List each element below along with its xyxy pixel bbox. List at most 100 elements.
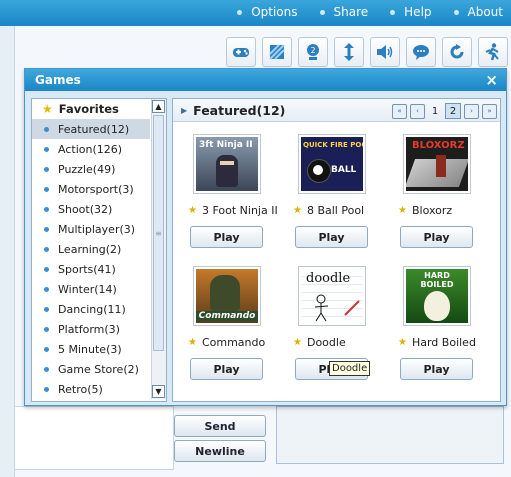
game-name: ★ Bloxorz [398,204,453,217]
bloxorz-block [436,155,446,177]
category-item[interactable]: Retro(5) [32,379,150,399]
bullet-icon [44,306,49,312]
bullet-icon [319,9,325,15]
bullet-icon [237,9,243,15]
dialog-title: Games [35,73,81,87]
thumbnail-caption-ball: BALL [331,165,357,175]
gamepad-icon[interactable] [226,37,256,67]
play-button[interactable]: Play [190,226,263,248]
scroll-down-icon[interactable]: ▼ [152,385,165,398]
bullet-icon [44,286,49,292]
message-input-area[interactable] [14,406,174,470]
run-icon[interactable] [478,37,508,67]
page-number[interactable]: 1 [428,104,442,118]
sidebar-scrollbar[interactable]: ▲ ≡ ▼ [151,99,166,399]
next-page-icon[interactable]: › [464,103,479,119]
star-icon: ★ [42,102,53,116]
favorites-header[interactable]: ★ Favorites [32,99,160,119]
send-button[interactable]: Send [174,415,266,437]
play-button[interactable]: Play [190,358,263,380]
scroll-thumb[interactable]: ≡ [153,115,164,351]
page-number[interactable]: 2 [445,103,461,119]
menu-help[interactable]: Help [390,5,432,19]
chat-toolbar: 2 [226,37,508,67]
category-item[interactable]: Dancing(11) [32,299,150,319]
first-page-icon[interactable]: « [392,103,407,119]
category-item[interactable]: Featured(12) [32,119,150,139]
play-button[interactable]: Play [400,358,473,380]
play-button[interactable]: Play [400,226,473,248]
doodle-thumbnail-image: doodle [301,269,363,323]
pagination: « ‹ 1 2 › » [392,103,497,119]
game-thumbnail[interactable]: QUICK FIRE POOL BALL [298,134,366,194]
speaker-icon[interactable] [370,37,400,67]
pool-thumbnail-image: QUICK FIRE POOL BALL [301,137,363,191]
eight-ball-number [313,165,323,175]
category-item[interactable]: Motorsport(3) [32,179,150,199]
game-thumbnail[interactable]: 3ft Ninja II [193,134,261,194]
game-thumbnail[interactable]: BLOXORZ [403,134,471,194]
bullet-icon [44,166,49,172]
category-item[interactable]: 5 Minute(3) [32,339,150,359]
last-page-icon[interactable]: » [482,103,497,119]
game-name: ★ Hard Boiled [398,336,476,349]
resize-icon[interactable] [334,37,364,67]
category-item[interactable]: Puzzle(49) [32,159,150,179]
coin-icon[interactable]: 2 [298,37,328,67]
scroll-up-icon[interactable]: ▲ [152,100,165,113]
chat-bubble-icon[interactable] [406,37,436,67]
dialog-title-bar: Games × [25,69,506,91]
menu-share[interactable]: Share [319,5,368,19]
category-item[interactable]: Shoot(32) [32,199,150,219]
game-thumbnail[interactable]: Commando [193,266,261,326]
commando-thumbnail-image: Commando [196,269,258,323]
thumbnail-caption: HARD BOILED [420,271,454,289]
picture-icon[interactable] [262,37,292,67]
category-item[interactable]: Game Store(2) [32,359,150,379]
add-favorite-icon[interactable]: ★ [293,337,302,348]
game-name: ★ 8 Ball Pool [293,204,365,217]
prev-page-icon[interactable]: ‹ [410,103,425,119]
category-item[interactable]: Platform(3) [32,319,150,339]
bullet-icon [44,186,49,192]
thumbnail-caption: 3ft Ninja II [199,140,253,150]
ninja-eyes [220,161,234,165]
top-menu: Options Share Help About [215,5,503,19]
content-header: ▶ Featured(12) « ‹ 1 2 › » [173,99,500,122]
category-item[interactable]: Learning(2) [32,239,150,259]
bullet-icon [44,386,49,392]
category-item[interactable]: Multiplayer(3) [32,219,150,239]
ninja-thumbnail-image: 3ft Ninja II [196,137,258,191]
category-item[interactable]: Winter(14) [32,279,150,299]
commando-figure [210,275,240,311]
close-icon[interactable]: × [485,71,498,89]
category-item[interactable]: Sports(41) [32,259,150,279]
left-panel-edge [0,26,15,477]
category-item[interactable]: Action(126) [32,139,150,159]
bullet-icon [44,146,49,152]
add-favorite-icon[interactable]: ★ [188,337,197,348]
play-button[interactable]: Play [295,226,368,248]
add-favorite-icon[interactable]: ★ [188,205,197,216]
side-panel-box [276,406,504,464]
game-name: ★ Commando [188,336,266,349]
newline-button[interactable]: Newline [174,440,266,462]
bullet-icon [44,366,49,372]
game-thumbnail[interactable]: doodle [298,266,366,326]
add-favorite-icon[interactable]: ★ [398,337,407,348]
add-favorite-icon[interactable]: ★ [293,205,302,216]
games-content-panel: ▶ Featured(12) « ‹ 1 2 › » 3ft Ninja II [172,98,501,402]
bullet-icon [44,326,49,332]
menu-about[interactable]: About [453,5,503,19]
add-favorite-icon[interactable]: ★ [398,205,407,216]
redo-icon[interactable] [442,37,472,67]
thumbnail-caption: BLOXORZ [412,140,465,151]
tooltip: Doodle [329,361,371,376]
bullet-icon [44,266,49,272]
bullet-icon [44,246,49,252]
egg-character [424,291,450,321]
game-thumbnail[interactable]: HARD BOILED [403,266,471,326]
svg-text:2: 2 [310,46,315,55]
stick-figure-icon [314,294,360,322]
menu-options[interactable]: Options [237,5,298,19]
